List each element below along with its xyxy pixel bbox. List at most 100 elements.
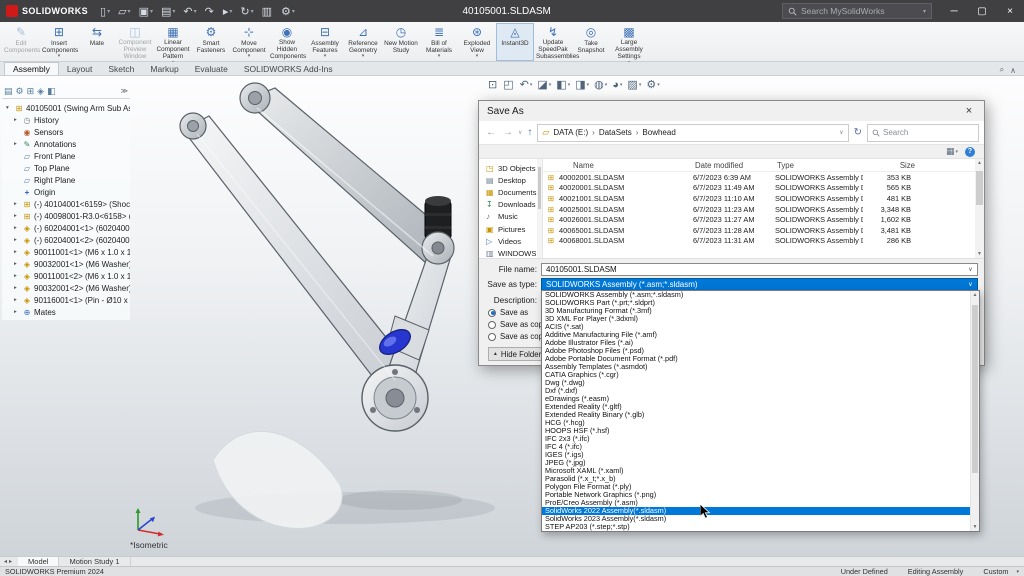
column-header-size[interactable]: Size xyxy=(863,161,915,170)
tree-item[interactable]: ▱ Front Plane xyxy=(2,150,130,162)
tree-item[interactable]: ▸ ◈ (-) 60204001<1> (60204001) xyxy=(2,222,130,234)
command-tab[interactable]: Layout xyxy=(59,62,101,75)
menu-icon-button[interactable]: ↷ xyxy=(201,0,219,22)
expander-icon[interactable]: ▸ xyxy=(14,117,22,123)
window-button[interactable]: ─ xyxy=(940,0,968,22)
dropdown-option[interactable]: Adobe Photoshop Files (*.psd) xyxy=(542,347,970,355)
dropdown-option[interactable]: 3D XML For Player (*.3dxml) xyxy=(542,315,970,323)
tree-item[interactable]: ▸ ◈ 90116001<1> (Pin - Ø10 x 72.5m xyxy=(2,294,130,306)
dropdown-option[interactable]: CATIA Graphics (*.cgr) xyxy=(542,371,970,379)
search-input[interactable] xyxy=(801,6,919,16)
ribbon-button[interactable]: ⊿ Reference Geometry ▾ xyxy=(344,23,382,61)
dropdown-option[interactable]: HOOPS HSF (*.hsf) xyxy=(542,427,970,435)
file-row[interactable]: ⊞ 40002001.SLDASM 6/7/2023 6:39 AM SOLID… xyxy=(543,172,984,183)
file-row[interactable]: ⊞ 40025001.SLDASM 6/7/2023 11:23 AM SOLI… xyxy=(543,204,984,215)
dropdown-option[interactable]: Additive Manufacturing File (*.amf) xyxy=(542,331,970,339)
window-button[interactable]: ▢ xyxy=(968,0,996,22)
view-tool-button[interactable]: ▨ ▾ xyxy=(625,77,643,92)
tree-item[interactable]: ▸ ✎ Annotations xyxy=(2,138,130,150)
view-tool-button[interactable]: ◕ ▾ xyxy=(610,77,624,92)
expander-icon[interactable]: ▸ xyxy=(14,249,22,255)
expander-icon[interactable]: ▸ xyxy=(14,273,22,279)
expander-icon[interactable]: ▸ xyxy=(14,237,22,243)
panel-tab[interactable]: ◈ xyxy=(37,86,44,97)
expander-icon[interactable]: ▸ xyxy=(14,225,22,231)
view-tool-button[interactable]: ⊡ xyxy=(486,77,500,92)
scroll-down-icon[interactable]: ▼ xyxy=(977,251,982,257)
status-item[interactable]: Custom xyxy=(983,567,1008,576)
expander-icon[interactable]: ▸ xyxy=(14,261,22,267)
dropdown-option[interactable]: SolidWorks 2022 Assembly(*.sldasm) xyxy=(542,507,970,515)
ribbon-button[interactable]: ◬ Instant3D xyxy=(496,23,534,61)
panel-expand-chevron-icon[interactable]: ≫ xyxy=(121,87,128,95)
ribbon-button[interactable]: ◫ Component Preview Window xyxy=(116,23,154,61)
view-tool-button[interactable]: ↶ ▾ xyxy=(518,77,535,92)
view-tool-button[interactable]: ⚙ ▾ xyxy=(644,77,661,92)
breadcrumb[interactable]: ▱ DATA (E:)DataSetsBowhead ∨ xyxy=(537,123,849,142)
chevron-down-icon[interactable]: ∨ xyxy=(964,281,977,288)
dropdown-option[interactable]: eDrawings (*.easm) xyxy=(542,395,970,403)
dropdown-option[interactable]: ProE/Creo Assembly (*.asm) xyxy=(542,499,970,507)
dropdown-option[interactable]: HCG (*.hcg) xyxy=(542,419,970,427)
places-item[interactable]: ▤ Desktop xyxy=(479,174,542,186)
menu-icon-button[interactable]: ↻ ▾ xyxy=(236,0,257,22)
dropdown-option[interactable]: STEP AP203 (*.step;*.stp) xyxy=(542,523,970,531)
expander-icon[interactable]: ▸ xyxy=(14,285,22,291)
file-row[interactable]: ⊞ 40065001.SLDASM 6/7/2023 11:28 AM SOLI… xyxy=(543,225,984,236)
scrollbar-thumb[interactable] xyxy=(976,171,983,205)
study-tab[interactable]: Model xyxy=(18,557,60,566)
tree-item[interactable]: ▸ ◈ 90011001<1> (M6 x 1.0 x 12 SKT xyxy=(2,246,130,258)
chevron-down-icon[interactable]: ▾ xyxy=(1016,569,1019,575)
tab-scroll-arrows[interactable]: ◂▸ xyxy=(0,558,18,565)
help-icon[interactable]: ? xyxy=(965,146,975,157)
tree-item[interactable]: ▾ ⊞ 40105001 (Swing Arm Sub Assembly) xyxy=(2,102,130,114)
ribbon-button[interactable]: ⊛ Exploded View ▾ xyxy=(458,23,496,61)
dialog-titlebar[interactable]: Save As × xyxy=(479,101,984,121)
view-layout-icon[interactable]: ▦ ▾ xyxy=(946,146,958,157)
dialog-search-input[interactable] xyxy=(883,128,974,137)
dialog-search-box[interactable] xyxy=(867,123,979,142)
file-row[interactable]: ⊞ 40020001.SLDASM 6/7/2023 11:49 AM SOLI… xyxy=(543,183,984,194)
breadcrumb-segment[interactable]: DATA (E:) xyxy=(553,128,599,137)
tree-item[interactable]: ▸ ⊞ (-) 40104001<6159> (Shock Tower Asse xyxy=(2,198,130,210)
command-tab[interactable]: Evaluate xyxy=(187,62,236,75)
file-name-combobox[interactable]: 40105001.SLDASM ∨ xyxy=(541,262,978,276)
ribbon-button[interactable]: ◎ Take Snapshot xyxy=(572,23,610,61)
status-item[interactable]: Editing Assembly xyxy=(908,567,964,576)
column-header-name[interactable]: Name xyxy=(543,161,693,170)
view-tool-button[interactable]: ◨ ▾ xyxy=(573,77,591,92)
scroll-down-icon[interactable]: ▼ xyxy=(971,524,979,530)
chevron-down-icon[interactable]: ▾ xyxy=(923,8,926,15)
dropdown-option[interactable]: Dxf (*.dxf) xyxy=(542,387,970,395)
places-item[interactable]: ◳ 3D Objects xyxy=(479,162,542,174)
expander-icon[interactable]: ▸ xyxy=(14,213,22,219)
tree-item[interactable]: ▸ ◈ 90032001<2> (M6 Washer) xyxy=(2,282,130,294)
tree-item[interactable]: ▸ ⊕ Mates xyxy=(2,306,130,318)
places-item[interactable]: ▦ Documents xyxy=(479,186,542,198)
dropdown-option[interactable]: Adobe Portable Document Format (*.pdf) xyxy=(542,355,970,363)
file-row[interactable]: ⊞ 40021001.SLDASM 6/7/2023 11:10 AM SOLI… xyxy=(543,193,984,204)
dropdown-option[interactable]: ACIS (*.sat) xyxy=(542,323,970,331)
chevron-down-icon[interactable]: ∨ xyxy=(839,129,843,136)
column-header-date[interactable]: Date modified xyxy=(693,161,775,170)
menu-icon-button[interactable]: ↶ ▾ xyxy=(179,0,200,22)
tree-item[interactable]: + Origin xyxy=(2,186,130,198)
dropdown-option[interactable]: Assembly Templates (*.asmdot) xyxy=(542,363,970,371)
refresh-icon[interactable]: ↻ xyxy=(852,127,864,138)
dropdown-scrollbar[interactable]: ▲ ▼ xyxy=(970,291,979,531)
ribbon-button[interactable]: ↯ Update SpeedPak Subassemblies xyxy=(534,23,579,61)
collapse-ribbon-icon[interactable]: ∧ xyxy=(1010,66,1016,75)
places-item[interactable]: ▥ WINDOWS (C:) xyxy=(479,247,542,258)
ribbon-button[interactable]: ⊟ Assembly Features ▾ xyxy=(306,23,344,61)
panel-tab[interactable]: ◧ xyxy=(47,86,56,97)
tree-item[interactable]: ▸ ◈ (-) 60204001<2> (60204001) xyxy=(2,234,130,246)
scroll-up-icon[interactable]: ▲ xyxy=(977,160,982,166)
places-item[interactable]: ↧ Downloads xyxy=(479,199,542,211)
scrollbar-thumb[interactable] xyxy=(972,305,978,473)
view-tool-button[interactable]: ◪ ▾ xyxy=(535,77,553,92)
command-tab[interactable]: Sketch xyxy=(100,62,142,75)
view-tool-button[interactable]: ◍ ▾ xyxy=(592,77,609,92)
menu-icon-button[interactable]: ⚙ ▾ xyxy=(277,0,299,22)
tree-item[interactable]: ▸ ◈ 90032001<1> (M6 Washer) xyxy=(2,258,130,270)
dropdown-option[interactable]: IFC 2x3 (*.ifc) xyxy=(542,435,970,443)
